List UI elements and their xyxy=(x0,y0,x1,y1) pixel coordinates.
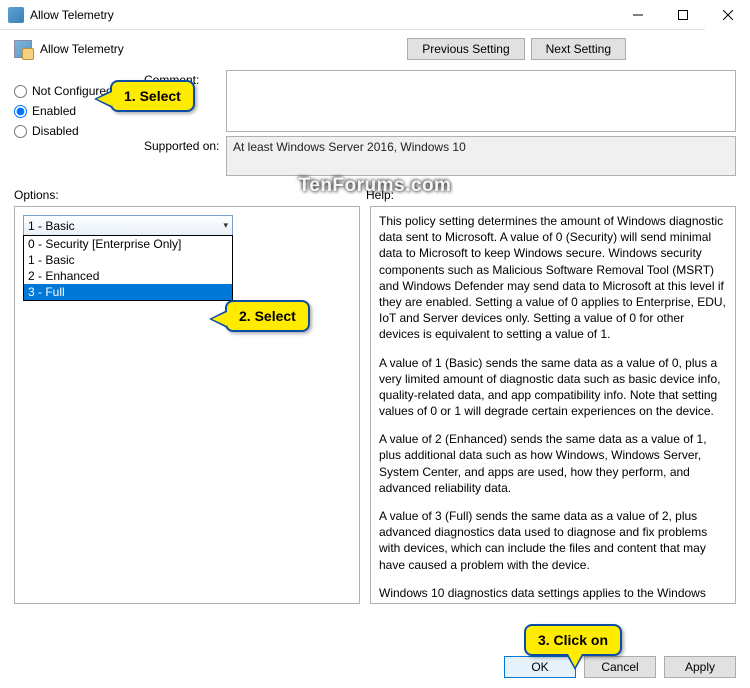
radio-disabled-input[interactable] xyxy=(14,125,27,138)
help-paragraph: This policy setting determines the amoun… xyxy=(379,213,727,343)
maximize-button[interactable] xyxy=(660,0,705,30)
next-setting-button[interactable]: Next Setting xyxy=(531,38,626,60)
chevron-down-icon: ▾ xyxy=(223,220,228,231)
minimize-button[interactable] xyxy=(615,0,660,30)
help-panel[interactable]: This policy setting determines the amoun… xyxy=(370,206,736,604)
options-label: Options: xyxy=(14,188,366,202)
close-button[interactable] xyxy=(705,0,750,30)
radio-enabled-input[interactable] xyxy=(14,105,27,118)
options-panel: 1 - Basic ▾ 0 - Security [Enterprise Onl… xyxy=(14,206,360,604)
telemetry-level-dropdown: 0 - Security [Enterprise Only] 1 - Basic… xyxy=(23,235,233,301)
cancel-button[interactable]: Cancel xyxy=(584,656,656,678)
annotation-callout-3: 3. Click on xyxy=(524,624,622,656)
help-paragraph: A value of 3 (Full) sends the same data … xyxy=(379,508,727,573)
annotation-callout-1: 1. Select xyxy=(110,80,195,112)
dialog-footer: OK Cancel Apply xyxy=(504,656,736,678)
policy-icon xyxy=(14,40,32,58)
combobox-selected-value: 1 - Basic xyxy=(28,219,75,233)
radio-not-configured-input[interactable] xyxy=(14,85,27,98)
annotation-callout-2: 2. Select xyxy=(225,300,310,332)
previous-setting-button[interactable]: Previous Setting xyxy=(407,38,524,60)
policy-title: Allow Telemetry xyxy=(40,42,124,56)
dropdown-item-full[interactable]: 3 - Full xyxy=(24,284,232,300)
dropdown-item-basic[interactable]: 1 - Basic xyxy=(24,252,232,268)
comment-textarea[interactable] xyxy=(226,70,736,132)
dropdown-item-enhanced[interactable]: 2 - Enhanced xyxy=(24,268,232,284)
radio-disabled-label: Disabled xyxy=(32,124,79,138)
help-paragraph: A value of 1 (Basic) sends the same data… xyxy=(379,355,727,420)
radio-disabled[interactable]: Disabled xyxy=(14,124,144,138)
apply-button[interactable]: Apply xyxy=(664,656,736,678)
supported-on-label: Supported on: xyxy=(144,136,226,176)
dropdown-item-security[interactable]: 0 - Security [Enterprise Only] xyxy=(24,236,232,252)
supported-on-value: At least Windows Server 2016, Windows 10 xyxy=(226,136,736,176)
help-paragraph: A value of 2 (Enhanced) sends the same d… xyxy=(379,431,727,496)
window-icon xyxy=(8,7,24,23)
telemetry-level-combobox[interactable]: 1 - Basic ▾ xyxy=(23,215,233,236)
radio-enabled-label: Enabled xyxy=(32,104,76,118)
header-row: Allow Telemetry Previous Setting Next Se… xyxy=(0,30,750,66)
help-label: Help: xyxy=(366,188,394,202)
titlebar: Allow Telemetry xyxy=(0,0,750,30)
window-title: Allow Telemetry xyxy=(30,8,615,22)
help-paragraph: Windows 10 diagnostics data settings app… xyxy=(379,585,727,604)
